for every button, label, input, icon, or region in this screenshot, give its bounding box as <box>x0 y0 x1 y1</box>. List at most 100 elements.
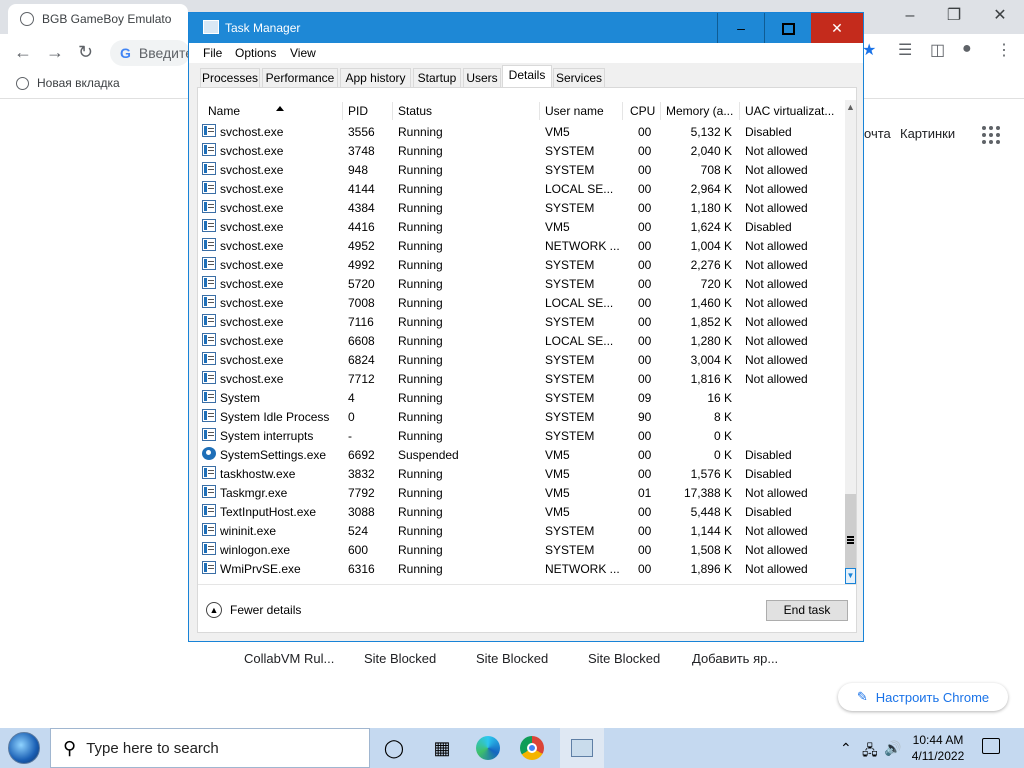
search-icon: ⚲ <box>63 737 77 758</box>
close-button[interactable]: ✕ <box>811 13 863 43</box>
cell-uac: Not allowed <box>745 144 808 158</box>
maximize-button[interactable] <box>764 13 811 43</box>
table-row[interactable]: taskhostw.exe 3832 Running VM5 00 1,576 K Disa… <box>198 464 838 483</box>
shortcut-tile[interactable]: CollabVM Rul... <box>244 651 334 666</box>
start-button[interactable] <box>0 728 48 768</box>
table-row[interactable]: svchost.exe 7116 Running SYSTEM 00 1,852 K Not… <box>198 312 838 331</box>
reload-icon[interactable]: ↻ <box>78 42 93 63</box>
sidepanel-icon[interactable]: ◫ <box>930 40 945 60</box>
network-icon[interactable]: 🖧 <box>862 740 878 764</box>
edge-icon[interactable] <box>474 734 502 762</box>
shortcut-tile[interactable]: Site Blocked <box>476 651 548 666</box>
table-row[interactable]: svchost.exe 4416 Running VM5 00 1,624 K Disabl… <box>198 217 838 236</box>
service-icon <box>202 181 216 194</box>
tab-details[interactable]: Details <box>502 65 552 88</box>
table-row[interactable]: svchost.exe 7008 Running LOCAL SE... 00 1,460… <box>198 293 838 312</box>
table-row[interactable]: svchost.exe 6824 Running SYSTEM 00 3,004 K Not… <box>198 350 838 369</box>
cell-status: Running <box>398 277 443 291</box>
table-row[interactable]: svchost.exe 3748 Running SYSTEM 00 2,040 K Not… <box>198 141 838 160</box>
scroll-down-icon[interactable]: ▼ <box>845 568 856 584</box>
column-pid[interactable]: PID <box>348 104 368 118</box>
cell-status: Running <box>398 125 443 139</box>
column-status[interactable]: Status <box>398 104 432 118</box>
tab-users[interactable]: Users <box>463 68 501 87</box>
back-icon[interactable]: ← <box>14 42 32 63</box>
details-panel: Name PID Status User name CPU Memory (a.… <box>197 87 857 633</box>
tray-chevron-icon[interactable]: ⌃ <box>840 740 852 757</box>
tab-services[interactable]: Services <box>553 68 605 87</box>
volume-icon[interactable]: 🔊 <box>884 740 901 757</box>
table-row[interactable]: wininit.exe 524 Running SYSTEM 00 1,144 K Not … <box>198 521 838 540</box>
table-row[interactable]: TextInputHost.exe 3088 Running VM5 00 5,448 K… <box>198 502 838 521</box>
table-row[interactable]: svchost.exe 7712 Running SYSTEM 00 1,816 K Not… <box>198 369 838 388</box>
customize-chrome-button[interactable]: ✎ Настроить Chrome <box>838 683 1008 711</box>
omnibox[interactable]: G Введите <box>110 40 194 66</box>
bookmark-new-tab[interactable]: Новая вкладка <box>16 76 120 90</box>
chrome-icon[interactable] <box>518 734 546 762</box>
cell-mem: 1,896 K <box>690 562 732 576</box>
table-row[interactable]: svchost.exe 4384 Running SYSTEM 00 1,180 K Not… <box>198 198 838 217</box>
end-task-button[interactable]: End task <box>766 600 848 621</box>
gmail-link[interactable]: очта <box>864 126 891 141</box>
shortcut-tile[interactable]: Добавить яр... <box>692 651 778 666</box>
close-icon[interactable]: ✕ <box>978 4 1022 28</box>
star-icon[interactable]: ★ <box>862 40 876 60</box>
tab-processes[interactable]: Processes <box>200 68 260 87</box>
column-name[interactable]: Name <box>208 104 284 118</box>
shortcut-tile[interactable]: Site Blocked <box>588 651 660 666</box>
minimize-icon[interactable]: – <box>888 4 932 28</box>
column-uac[interactable]: UAC virtualizat... <box>745 104 834 118</box>
cell-user: VM5 <box>545 448 570 462</box>
menu-icon[interactable]: ⋮ <box>996 40 1012 60</box>
tab-startup[interactable]: Startup <box>413 68 461 87</box>
table-row[interactable]: svchost.exe 4992 Running SYSTEM 00 2,276 K Not… <box>198 255 838 274</box>
table-row[interactable]: System Idle Process 0 Running SYSTEM 90 8 K <box>198 407 838 426</box>
table-row[interactable]: WmiPrvSE.exe 6316 Running NETWORK ... 00 1,89… <box>198 559 838 578</box>
menu-options[interactable]: Options <box>235 46 276 60</box>
clock[interactable]: 10:44 AM 4/11/2022 <box>904 732 972 764</box>
cortana-icon[interactable]: ◯ <box>380 734 408 762</box>
menu-file[interactable]: File <box>203 46 222 60</box>
table-row[interactable]: svchost.exe 4952 Running NETWORK ... 00 1,004… <box>198 236 838 255</box>
images-link[interactable]: Картинки <box>900 126 955 141</box>
table-row[interactable]: System 4 Running SYSTEM 09 16 K <box>198 388 838 407</box>
table-row[interactable]: svchost.exe 4144 Running LOCAL SE... 00 2,964… <box>198 179 838 198</box>
chrome-tab[interactable]: BGB GameBoy Emulato <box>8 4 188 34</box>
menu-view[interactable]: View <box>290 46 316 60</box>
tab-app-history[interactable]: App history <box>340 68 411 87</box>
omnibox-text: Введите <box>138 45 194 61</box>
cell-pid: 7712 <box>348 372 375 386</box>
title-bar[interactable]: Task Manager – ✕ <box>189 13 863 43</box>
apps-grid-icon[interactable] <box>982 126 1000 144</box>
column-memory[interactable]: Memory (a... <box>666 104 733 118</box>
table-row[interactable]: Taskmgr.exe 7792 Running VM5 01 17,388 K Not a… <box>198 483 838 502</box>
table-row[interactable]: svchost.exe 5720 Running SYSTEM 00 720 K Not a… <box>198 274 838 293</box>
notification-icon[interactable] <box>982 738 1000 754</box>
media-icon[interactable]: ☰ <box>898 40 912 60</box>
table-row[interactable]: SystemSettings.exe 6692 Suspended VM5 00 0 K D… <box>198 445 838 464</box>
scroll-up-icon[interactable]: ▲ <box>845 100 856 114</box>
service-icon <box>202 314 216 327</box>
minimize-button[interactable]: – <box>717 13 764 43</box>
table-row[interactable]: System interrupts - Running SYSTEM 00 0 K <box>198 426 838 445</box>
cell-user: SYSTEM <box>545 144 595 158</box>
table-row[interactable]: svchost.exe 948 Running SYSTEM 00 708 K Not al… <box>198 160 838 179</box>
column-cpu[interactable]: CPU <box>630 104 655 118</box>
cell-cpu: 00 <box>638 448 652 462</box>
taskbar-search[interactable]: ⚲ Type here to search <box>50 728 370 768</box>
tab-performance[interactable]: Performance <box>262 68 338 87</box>
table-row[interactable]: winlogon.exe 600 Running SYSTEM 00 1,508 K Not… <box>198 540 838 559</box>
shortcut-tile[interactable]: Site Blocked <box>364 651 436 666</box>
cell-pid: 3748 <box>348 144 375 158</box>
table-row[interactable]: svchost.exe 6608 Running LOCAL SE... 00 1,280… <box>198 331 838 350</box>
vertical-scrollbar[interactable]: ▲ ▼ <box>845 100 856 584</box>
forward-icon[interactable]: → <box>46 42 64 63</box>
column-user-name[interactable]: User name <box>545 104 604 118</box>
cell-user: SYSTEM <box>545 277 595 291</box>
table-row[interactable]: svchost.exe 3556 Running VM5 00 5,132 K Disabl… <box>198 122 838 141</box>
task-view-icon[interactable]: ▦ <box>428 734 456 762</box>
fewer-details-button[interactable]: ▲ Fewer details <box>206 602 301 618</box>
restore-icon[interactable]: ❐ <box>932 4 976 28</box>
taskmgr-taskbar-icon[interactable] <box>560 728 604 768</box>
profile-icon[interactable]: ● <box>962 40 972 58</box>
